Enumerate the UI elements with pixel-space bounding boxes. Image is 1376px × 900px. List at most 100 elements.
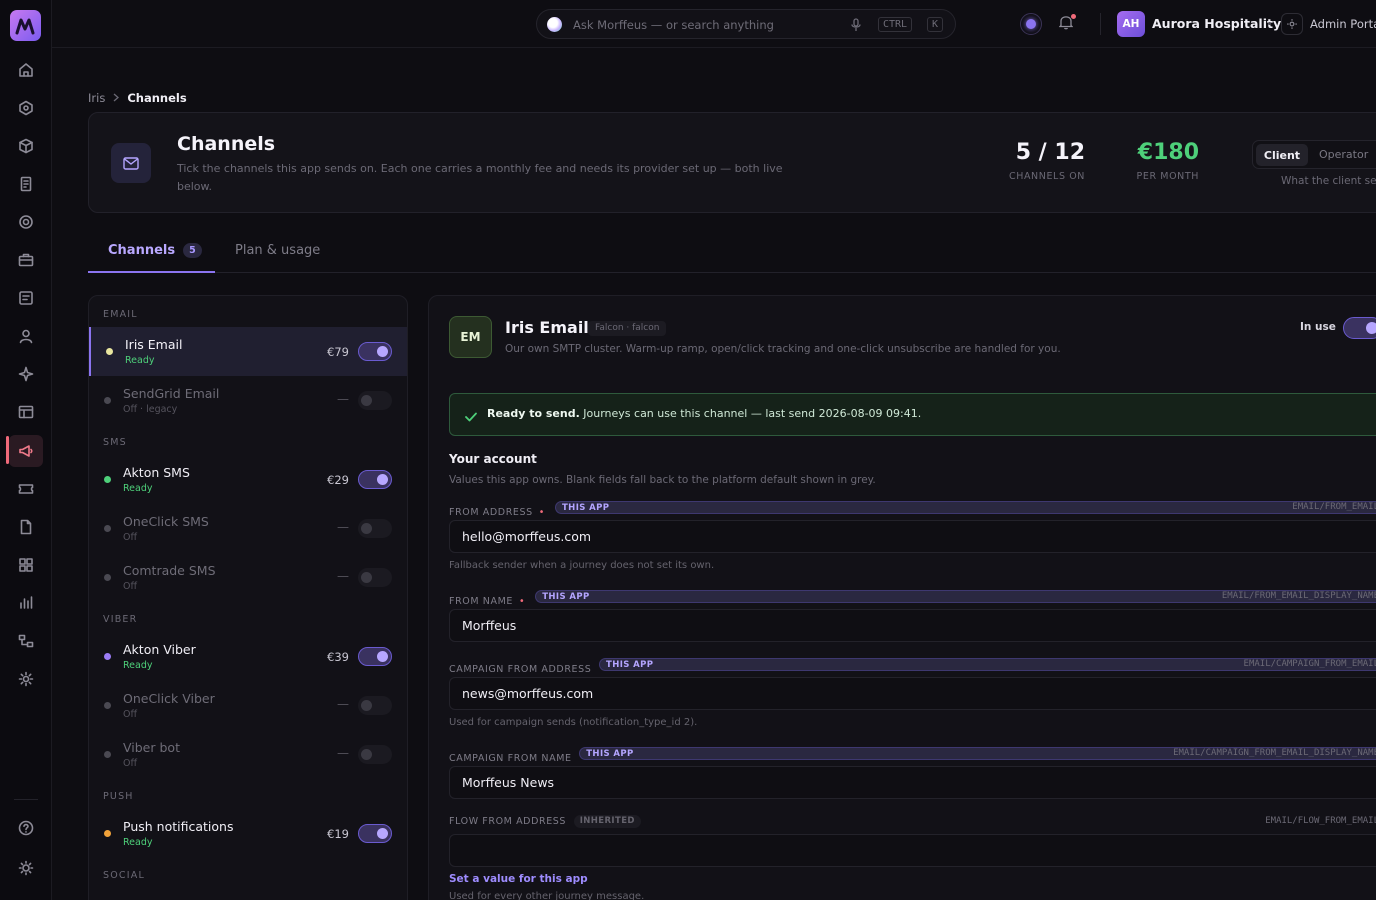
channel-name: Comtrade SMS bbox=[123, 563, 216, 578]
megaphone-icon[interactable] bbox=[9, 435, 43, 467]
provider-chip: Falcon · falcon bbox=[588, 321, 667, 336]
flow-from-address-input[interactable] bbox=[449, 834, 1376, 867]
app-logo[interactable] bbox=[10, 10, 41, 41]
from-address-input[interactable]: hello@morffeus.com bbox=[449, 520, 1376, 553]
portal-switch[interactable]: Admin Portal bbox=[1310, 17, 1376, 31]
breadcrumb-current: Channels bbox=[127, 91, 187, 105]
settings-icon[interactable] bbox=[14, 667, 38, 691]
channel-status: Off bbox=[123, 758, 138, 769]
channel-status: Off bbox=[123, 581, 138, 592]
channels-on-label: CHANNELS ON bbox=[1008, 171, 1085, 182]
page-title: Channels bbox=[177, 133, 276, 155]
briefcase-icon[interactable] bbox=[14, 248, 38, 272]
group-label-viber: VIBER bbox=[103, 614, 138, 625]
channel-row-viber-bot[interactable]: Viber bot Off — bbox=[89, 730, 407, 779]
bar-chart-icon[interactable] bbox=[14, 591, 38, 615]
channel-toggle[interactable] bbox=[358, 391, 392, 410]
from-name-input[interactable]: Morffeus bbox=[449, 609, 1376, 642]
channel-toggle[interactable] bbox=[358, 470, 392, 489]
flow-from-address-help: Used for every other journey message. bbox=[449, 891, 645, 900]
campaign-from-address-input[interactable]: news@morffeus.com bbox=[449, 677, 1376, 710]
channel-toggle[interactable] bbox=[358, 647, 392, 666]
channel-name: OneClick SMS bbox=[123, 514, 209, 529]
status-dot bbox=[104, 830, 111, 837]
field-label-text: FROM NAME bbox=[449, 596, 513, 607]
portal-gear-icon[interactable] bbox=[1281, 13, 1303, 35]
channel-name: Akton Viber bbox=[123, 642, 196, 657]
flow-icon[interactable] bbox=[14, 629, 38, 653]
theme-toggle-icon[interactable] bbox=[14, 856, 38, 880]
channel-name: Push notifications bbox=[123, 819, 234, 834]
table-icon[interactable] bbox=[14, 400, 38, 424]
tab-plan-usage[interactable]: Plan & usage bbox=[235, 243, 320, 258]
field-label-text: CAMPAIGN FROM ADDRESS bbox=[449, 664, 592, 675]
channel-price: €29 bbox=[327, 473, 349, 487]
channel-toggle[interactable] bbox=[358, 519, 392, 538]
status-dot bbox=[104, 702, 111, 709]
channel-row-push-notifications[interactable]: Push notifications Ready €19 bbox=[89, 809, 407, 858]
grid-icon[interactable] bbox=[14, 553, 38, 577]
channel-row-iris-email[interactable]: Iris Email Ready €79 bbox=[89, 327, 407, 376]
document-icon[interactable] bbox=[14, 172, 38, 196]
search-input[interactable]: Ask Morffeus — or search anything bbox=[573, 18, 774, 32]
channel-toggle[interactable] bbox=[358, 745, 392, 764]
form-icon[interactable] bbox=[14, 286, 38, 310]
microphone-icon[interactable] bbox=[850, 17, 862, 36]
active-tab-indicator bbox=[88, 271, 215, 273]
tab-channels-label: Channels bbox=[108, 243, 176, 258]
channel-row-sendgrid-email[interactable]: SendGrid Email Off · legacy — bbox=[89, 376, 407, 425]
channel-name: OneClick Viber bbox=[123, 691, 215, 706]
status-dot bbox=[106, 348, 113, 355]
assistant-orb-icon bbox=[547, 17, 562, 32]
campaign-from-name-input[interactable]: Morffeus News bbox=[449, 766, 1376, 799]
org-avatar[interactable]: AH bbox=[1117, 11, 1145, 37]
channel-name: Akton SMS bbox=[123, 465, 190, 480]
channel-row-comtrade-sms[interactable]: Comtrade SMS Off — bbox=[89, 553, 407, 602]
from-name-key: EMAIL/FROM_EMAIL_DISPLAY_NAME bbox=[1221, 591, 1376, 601]
monthly-cost-label: PER MONTH bbox=[1136, 171, 1199, 182]
target-icon[interactable] bbox=[14, 210, 38, 234]
ready-message: Ready to send. Journeys can use this cha… bbox=[487, 407, 921, 420]
set-value-link[interactable]: Set a value for this app bbox=[449, 873, 588, 885]
group-label-email: EMAIL bbox=[103, 309, 138, 320]
help-icon[interactable] bbox=[14, 816, 38, 840]
cube-icon[interactable] bbox=[14, 134, 38, 158]
view-operator-button[interactable]: Operator bbox=[1319, 148, 1368, 161]
channel-description: Our own SMTP cluster. Warm-up ramp, open… bbox=[505, 343, 1061, 355]
channel-toggle[interactable] bbox=[358, 342, 392, 361]
tab-channels[interactable]: Channels 5 bbox=[108, 243, 202, 258]
check-icon bbox=[465, 407, 477, 426]
breadcrumb-parent[interactable]: Iris bbox=[88, 91, 105, 105]
status-dot bbox=[104, 653, 111, 660]
channel-row-akton-sms[interactable]: Akton SMS Ready €29 bbox=[89, 455, 407, 504]
channel-toggle[interactable] bbox=[358, 568, 392, 587]
channel-row-akton-viber[interactable]: Akton Viber Ready €39 bbox=[89, 632, 407, 681]
rail-divider bbox=[14, 799, 38, 800]
org-name[interactable]: Aurora Hospitality bbox=[1152, 16, 1281, 31]
envelope-icon bbox=[111, 143, 151, 183]
in-use-toggle[interactable] bbox=[1343, 317, 1376, 339]
channel-toggle[interactable] bbox=[358, 696, 392, 715]
channel-price: — bbox=[337, 569, 349, 583]
user-icon[interactable] bbox=[14, 324, 38, 348]
hexagon-icon[interactable] bbox=[14, 96, 38, 120]
from-address-key: EMAIL/FROM_EMAIL bbox=[1292, 502, 1376, 512]
field-label-text: FLOW FROM ADDRESS bbox=[449, 816, 567, 827]
ticket-icon[interactable] bbox=[14, 477, 38, 501]
page-header-card: Channels Tick the channels this app send… bbox=[88, 112, 1376, 213]
channel-row-oneclick-viber[interactable]: OneClick Viber Off — bbox=[89, 681, 407, 730]
breadcrumb: Iris Channels bbox=[88, 91, 187, 105]
channel-row-oneclick-sms[interactable]: OneClick SMS Off — bbox=[89, 504, 407, 553]
assistant-orb-icon bbox=[1026, 19, 1036, 29]
field-label-text: CAMPAIGN FROM NAME bbox=[449, 753, 572, 764]
campaign-from-name-key: EMAIL/CAMPAIGN_FROM_EMAIL_DISPLAY_NAME bbox=[1173, 748, 1376, 758]
home-icon[interactable] bbox=[14, 58, 38, 82]
assistant-button[interactable] bbox=[1020, 13, 1042, 35]
search-bar[interactable]: Ask Morffeus — or search anything CTRL K bbox=[536, 9, 956, 39]
channel-toggle[interactable] bbox=[358, 824, 392, 843]
sparkle-icon[interactable] bbox=[14, 362, 38, 386]
view-client-button[interactable]: Client bbox=[1256, 144, 1308, 166]
status-dot bbox=[104, 525, 111, 532]
channel-list: EMAIL Iris Email Ready €79 SendGrid Emai… bbox=[88, 295, 408, 900]
file-icon[interactable] bbox=[14, 515, 38, 539]
